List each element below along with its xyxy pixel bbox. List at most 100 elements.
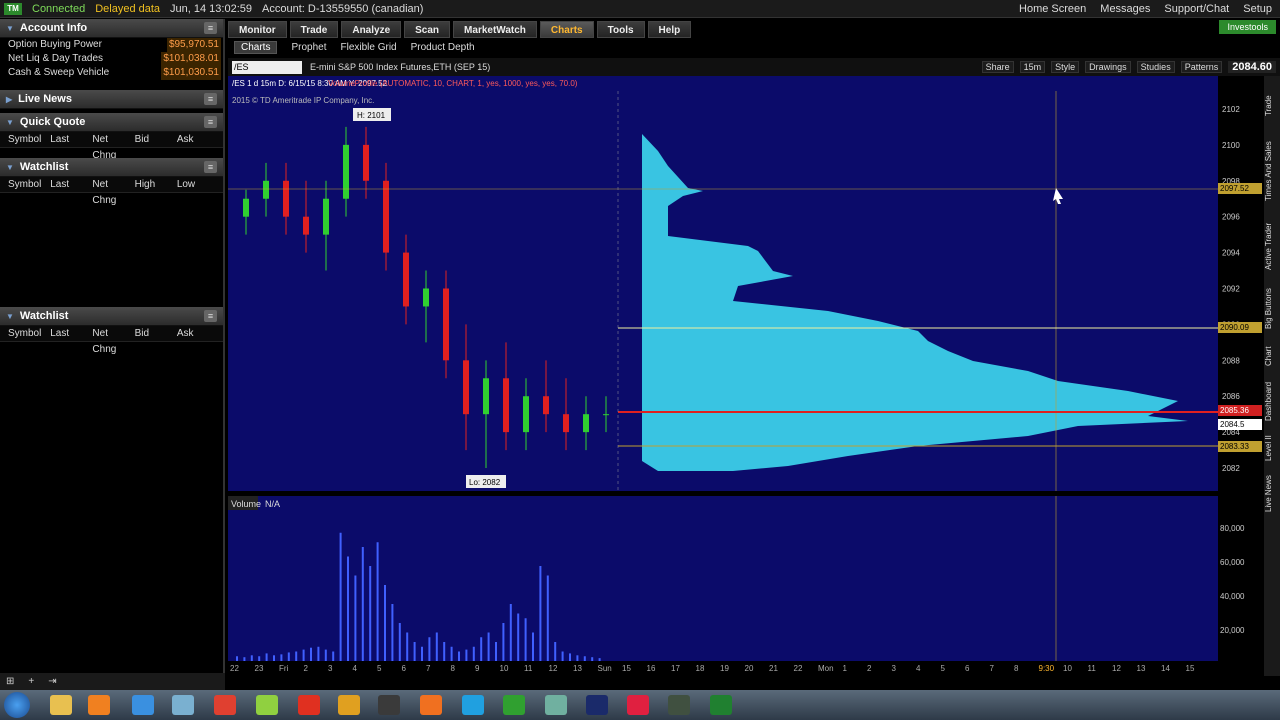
col-header[interactable]: Net Chng [92, 326, 134, 355]
col-header[interactable]: Symbol [8, 177, 50, 192]
account-id[interactable]: Account: D-13559550 (canadian) [262, 3, 423, 15]
collapse-icon[interactable]: ▼ [6, 163, 14, 172]
setup-link[interactable]: Setup [1243, 3, 1272, 15]
menu-icon[interactable]: ≡ [204, 161, 217, 173]
grid-icon[interactable]: ⊞ [6, 676, 14, 687]
volume-axis: 80,000 60,000 40,000 20,000 [1218, 496, 1264, 661]
quick-quote-header[interactable]: ▼ Quick Quote ≡ [0, 113, 223, 132]
studies-button[interactable]: Studies [1136, 61, 1175, 73]
tab-trade[interactable]: Trade [289, 20, 339, 38]
app-icon[interactable] [256, 695, 278, 715]
col-header[interactable]: Last [50, 326, 92, 341]
col-header[interactable]: Net Chng [92, 132, 134, 161]
volume-chart[interactable]: Volume N/A [228, 496, 1218, 661]
itunes-icon[interactable] [627, 695, 649, 715]
menu-icon[interactable]: ≡ [204, 310, 217, 322]
vtab-live-news[interactable]: Live News [1264, 471, 1280, 516]
marker-text: 2097.52 [1220, 184, 1249, 193]
tab-tools[interactable]: Tools [596, 20, 645, 38]
col-header[interactable]: Net Chng [92, 177, 134, 206]
col-header[interactable]: Bid [135, 132, 177, 147]
col-header[interactable]: High [135, 177, 177, 192]
thinkorswim-icon[interactable] [710, 695, 732, 715]
vtab-active-trader[interactable]: Active Trader [1264, 216, 1280, 276]
menu-icon[interactable]: ≡ [204, 22, 217, 34]
vtab-level-ii[interactable]: Level II [1264, 431, 1280, 466]
dreamweaver-icon[interactable] [503, 695, 525, 715]
col-header[interactable]: Last [50, 132, 92, 147]
vtab-big-buttons[interactable]: Big Buttons [1264, 281, 1280, 336]
collapse-icon[interactable]: ▼ [6, 312, 14, 321]
volume-na: N/A [265, 499, 280, 509]
drawings-button[interactable]: Drawings [1085, 61, 1131, 73]
share-button[interactable]: Share [981, 61, 1014, 73]
photoshop-icon[interactable] [586, 695, 608, 715]
app-icon[interactable] [378, 695, 400, 715]
collapse-icon[interactable]: ▼ [6, 118, 14, 127]
price-axis[interactable]: 2102210020982096209420922090208820862084… [1218, 76, 1264, 491]
media-icon[interactable] [88, 695, 110, 715]
style-button[interactable]: Style [1051, 61, 1080, 73]
tab-marketwatch[interactable]: MarketWatch [453, 20, 537, 38]
collapse-icon[interactable]: ▼ [6, 24, 14, 33]
col-header[interactable]: Symbol [8, 132, 50, 147]
folder-icon[interactable] [172, 695, 194, 715]
home-screen-link[interactable]: Home Screen [1019, 3, 1086, 15]
live-news-header[interactable]: ▶ Live News ≡ [0, 90, 223, 109]
candle-body [243, 198, 249, 217]
firefox-icon[interactable] [420, 695, 442, 715]
tab-scan[interactable]: Scan [404, 20, 451, 38]
col-header[interactable]: Symbol [8, 326, 50, 341]
patterns-button[interactable]: Patterns [1180, 61, 1223, 73]
volume-bar [480, 637, 483, 661]
time-axis[interactable]: 22 23 Fri 2 3 4 5 6 7 8 9 10 11 12 13 Sun 15 16 17 18 19 20 21… [228, 661, 1264, 675]
watchlist-header[interactable]: ▼ Watchlist ≡ [0, 158, 223, 177]
subtab-prophet[interactable]: Prophet [291, 42, 326, 53]
datetime: Jun, 14 13:02:59 [170, 2, 253, 15]
subtab-charts[interactable]: Charts [234, 41, 278, 54]
chrome-icon[interactable] [214, 695, 236, 715]
tab-analyze[interactable]: Analyze [341, 20, 402, 38]
col-header[interactable]: Last [50, 177, 92, 192]
time-tick: 22 [230, 664, 239, 673]
support-chat-link[interactable]: Support/Chat [1164, 3, 1229, 15]
time-tick: 11 [524, 664, 533, 673]
account-info-header[interactable]: ▼ Account Info ≡ [0, 19, 223, 38]
start-button[interactable] [4, 692, 30, 718]
candle-body [503, 378, 509, 433]
tab-help[interactable]: Help [647, 20, 692, 38]
watchlist-header[interactable]: ▼ Watchlist ≡ [0, 307, 223, 326]
app-icon[interactable] [338, 695, 360, 715]
vtab-dashboard[interactable]: Dashboard [1264, 376, 1280, 426]
messages-link[interactable]: Messages [1100, 3, 1150, 15]
tab-monitor[interactable]: Monitor [228, 20, 287, 38]
menu-icon[interactable]: ≡ [204, 93, 217, 105]
explorer-icon[interactable] [50, 695, 72, 715]
col-header[interactable]: Ask [177, 326, 219, 341]
ie-icon[interactable] [132, 695, 154, 715]
vtab-chart[interactable]: Chart [1264, 341, 1280, 371]
vtab-times-sales[interactable]: Times And Sales [1264, 131, 1280, 211]
symbol-input[interactable] [232, 60, 302, 74]
collapse-icon[interactable]: ▶ [6, 95, 12, 104]
time-tick: 13 [573, 664, 582, 673]
subtab-flexible-grid[interactable]: Flexible Grid [340, 42, 396, 53]
volume-bar [502, 623, 505, 661]
subtab-product-depth[interactable]: Product Depth [411, 42, 475, 53]
expand-icon[interactable]: ⇥ [48, 676, 56, 687]
timeframe-button[interactable]: 15m [1019, 61, 1046, 73]
investools-button[interactable]: Investools [1219, 20, 1276, 34]
col-header[interactable]: Ask [177, 132, 219, 147]
tab-charts[interactable]: Charts [539, 20, 594, 38]
app-icon[interactable] [668, 695, 690, 715]
app-icon[interactable] [545, 695, 567, 715]
vtab-trade[interactable]: Trade [1264, 86, 1280, 126]
col-header[interactable]: Bid [135, 326, 177, 341]
menu-icon[interactable]: ≡ [204, 116, 217, 128]
app-icon[interactable] [298, 695, 320, 715]
col-header[interactable]: Low [177, 177, 219, 192]
add-icon[interactable]: + [28, 676, 34, 687]
price-chart[interactable]: /ES 1 d 15m D: 6/15/15 8:30 AM Y: 2097.5… [228, 76, 1218, 491]
skype-icon[interactable] [462, 695, 484, 715]
volume-bar [406, 632, 409, 661]
